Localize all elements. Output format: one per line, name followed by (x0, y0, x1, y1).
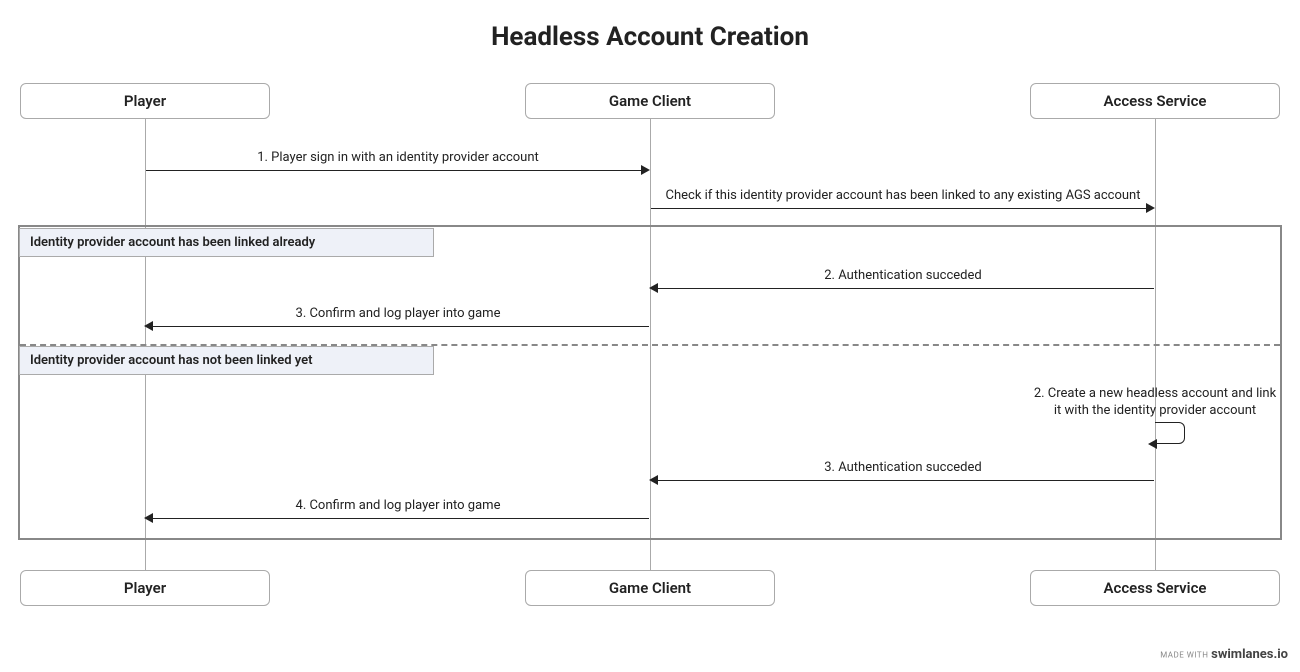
diagram-title: Headless Account Creation (0, 22, 1300, 52)
watermark-brand: swimlanes.io (1211, 647, 1288, 662)
label-m3a: 3. Confirm and log player into game (146, 306, 650, 321)
sequence-diagram: Headless Account Creation Player Game Cl… (0, 0, 1300, 672)
lane-player-top: Player (20, 83, 270, 119)
lane-game-client-bottom: Game Client (525, 570, 775, 606)
alt-label-2: Identity provider account has not been l… (19, 346, 434, 375)
self-loop-m2b (1155, 422, 1185, 444)
arrow-m2a (657, 288, 1154, 289)
label-m4b: 4. Confirm and log player into game (146, 498, 650, 513)
label-check: Check if this identity provider account … (651, 188, 1155, 203)
arrow-head-m3b (649, 475, 658, 485)
label-m2b-line1: 2. Create a new headless account and lin… (1034, 386, 1276, 401)
lane-access-service-bottom: Access Service (1030, 570, 1280, 606)
label-m2b-line2: it with the identity provider account (1054, 403, 1256, 418)
arrow-m4b (152, 518, 649, 519)
lane-game-client-top: Game Client (525, 83, 775, 119)
arrow-head-check (1146, 203, 1155, 213)
watermark: MADE WITH swimlanes.io (1160, 647, 1288, 662)
arrow-m1 (146, 170, 643, 171)
watermark-pre: MADE WITH (1160, 651, 1208, 660)
arrow-m3b (657, 480, 1154, 481)
arrow-head-m2b (1148, 439, 1157, 449)
label-m3b: 3. Authentication succeded (651, 460, 1155, 475)
lane-player-bottom: Player (20, 570, 270, 606)
alt-label-1: Identity provider account has been linke… (19, 228, 434, 257)
arrow-check (651, 208, 1148, 209)
arrow-head-m4b (144, 513, 153, 523)
arrow-head-m2a (649, 283, 658, 293)
label-m2b: 2. Create a new headless account and lin… (1030, 386, 1280, 420)
arrow-head-m1 (641, 165, 650, 175)
lane-access-service-top: Access Service (1030, 83, 1280, 119)
label-m2a: 2. Authentication succeded (651, 268, 1155, 283)
label-m1: 1. Player sign in with an identity provi… (146, 150, 650, 165)
arrow-head-m3a (144, 321, 153, 331)
arrow-m3a (152, 326, 649, 327)
